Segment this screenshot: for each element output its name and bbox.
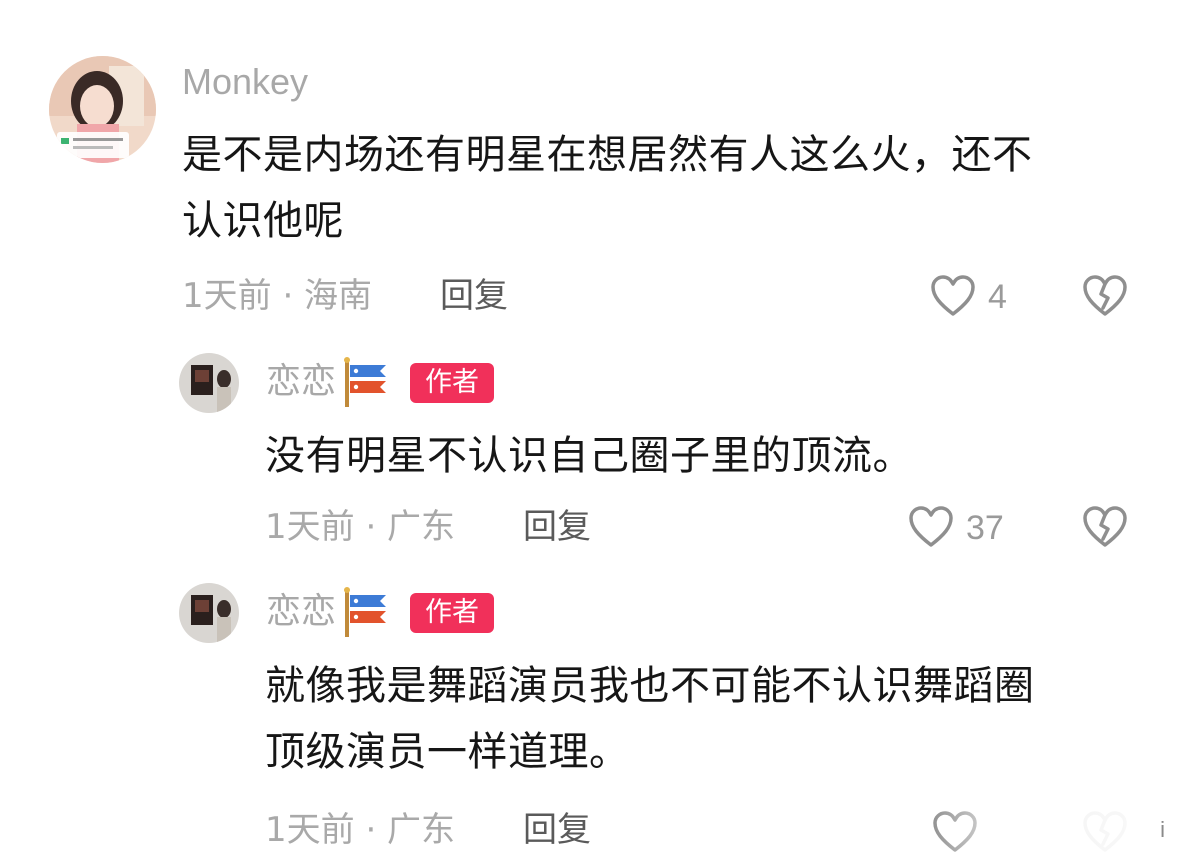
- comment-meta: 1天前 · 广东: [265, 810, 456, 850]
- broken-heart-icon[interactable]: [1082, 505, 1128, 553]
- heart-outline-icon[interactable]: [908, 505, 954, 553]
- author-badge: 作者: [410, 363, 494, 403]
- username[interactable]: Monkey: [182, 64, 308, 100]
- heart-outline-icon[interactable]: [930, 274, 976, 322]
- like-count: 4: [988, 278, 1007, 316]
- reply-button[interactable]: 回复: [523, 813, 591, 847]
- koinobori-flag-icon: [342, 587, 394, 643]
- username[interactable]: 恋恋: [266, 365, 336, 400]
- avatar-image: [49, 56, 156, 163]
- avatar[interactable]: [179, 583, 239, 643]
- avatar[interactable]: [49, 56, 156, 163]
- broken-heart-icon[interactable]: [1082, 274, 1128, 322]
- avatar[interactable]: [179, 353, 239, 413]
- comment-text: 是不是内场还有明星在想居然有人这么火，还不 认识他呢: [182, 132, 1033, 244]
- watermark-fade: [930, 795, 1179, 861]
- reply-button[interactable]: 回复: [523, 510, 591, 544]
- comment-item: Monkey 是不是内场还有明星在想居然有人这么火，还不 认识他呢 1天前 · …: [0, 0, 1179, 340]
- author-badge: 作者: [410, 593, 494, 633]
- avatar-image: [179, 583, 239, 643]
- koinobori-flag-icon: [342, 357, 394, 413]
- comment-item: 恋恋 作者 没有明星不认识自己圈子里的顶流。 1天前 · 广东 回复 37: [0, 340, 1179, 570]
- comment-text: 就像我是舞蹈演员我也不可能不认识舞蹈圈 顶级演员一样道理。: [265, 663, 1035, 775]
- comment-meta: 1天前 · 海南: [182, 276, 373, 316]
- reply-button[interactable]: 回复: [440, 279, 508, 313]
- comment-text: 没有明星不认识自己圈子里的顶流。: [265, 433, 913, 479]
- avatar-image: [179, 353, 239, 413]
- like-count: 37: [966, 509, 1004, 547]
- comment-meta: 1天前 · 广东: [265, 507, 456, 547]
- watermark: i: [1160, 817, 1165, 842]
- username[interactable]: 恋恋: [266, 595, 336, 630]
